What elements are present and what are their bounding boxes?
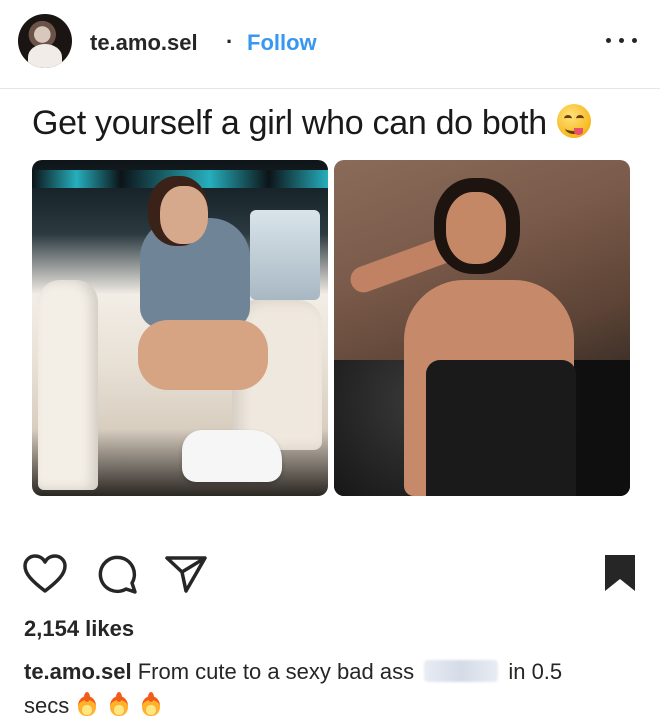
more-options-icon[interactable] <box>606 34 638 46</box>
share-icon[interactable] <box>164 554 208 594</box>
fire-emoji-icon <box>75 692 99 718</box>
likes-count[interactable]: 2,154 likes <box>24 616 134 642</box>
separator-dot: · <box>226 29 234 54</box>
photo-sexy <box>334 160 630 496</box>
fire-emoji-icon <box>107 692 131 718</box>
caption-username[interactable]: te.amo.sel <box>24 659 132 684</box>
action-bar <box>0 548 660 598</box>
avatar[interactable] <box>18 14 72 68</box>
caption-text: From cute to a sexy bad ass <box>137 659 415 684</box>
caption-text-end: secs <box>24 693 70 718</box>
heart-icon[interactable] <box>22 554 68 594</box>
yum-emoji-icon <box>557 104 591 138</box>
meme-caption: Get yourself a girl who can do both <box>32 104 547 142</box>
fire-emoji-icon <box>139 692 163 718</box>
comment-icon[interactable] <box>96 553 138 595</box>
header-divider <box>0 88 660 89</box>
bookmark-icon[interactable] <box>603 553 637 593</box>
follow-button[interactable]: Follow <box>247 30 317 56</box>
photo-cute <box>32 160 328 496</box>
censored-word <box>424 660 499 682</box>
caption-text-cont: in 0.5 <box>508 659 563 684</box>
username[interactable]: te.amo.sel <box>90 30 198 56</box>
post-header: te.amo.sel · Follow <box>0 0 660 86</box>
post-caption: te.amo.sel From cute to a sexy bad ass i… <box>24 655 636 723</box>
